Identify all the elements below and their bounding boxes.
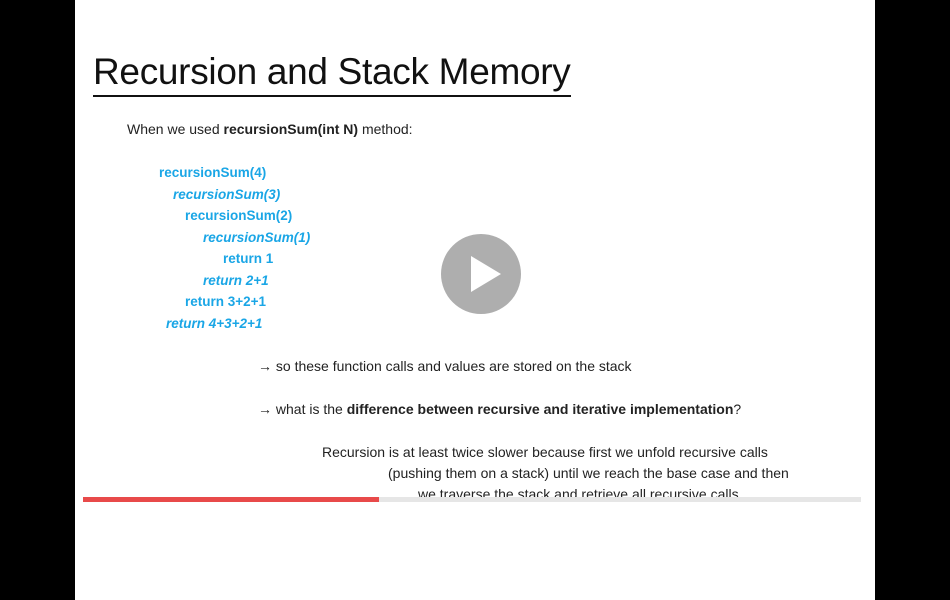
code-line-7: return 3+2+1 [185,294,267,309]
intro-method: recursionSum(int N) [223,121,359,137]
note-question-bold: difference between recursive and iterati… [346,401,734,417]
code-line-3: recursionSum(2) [185,208,293,223]
note-stack: → so these function calls and values are… [258,358,632,374]
arrow-icon: → [258,358,272,374]
note-question-suffix: ? [733,401,742,417]
note-question: → what is the difference between recursi… [258,401,741,417]
intro-prefix: When we used [127,121,224,137]
play-button[interactable] [441,234,521,314]
code-line-5: return 1 [223,251,274,266]
code-line-6: return 2+1 [203,273,269,288]
intro-suffix: method: [358,121,413,137]
code-line-8: return 4+3+2+1 [166,316,263,331]
play-icon [471,256,501,292]
code-line-2: recursionSum(3) [173,187,281,202]
slide: Recursion and Stack Memory When we used … [75,0,875,600]
code-line-1: recursionSum(4) [159,165,267,180]
code-line-4: recursionSum(1) [203,230,311,245]
answer-line-1: Recursion is at least twice slower becau… [322,444,768,460]
video-progress-played [83,497,379,502]
note-question-prefix: what is the [275,401,347,417]
answer-line-2: (pushing them on a stack) until we reach… [388,465,789,481]
intro-text: When we used recursionSum(int N) method: [127,121,413,137]
note-stack-text: so these function calls and values are s… [275,358,632,374]
slide-title: Recursion and Stack Memory [93,50,571,97]
video-progress-bar[interactable] [83,497,861,502]
arrow-icon: → [258,401,272,417]
